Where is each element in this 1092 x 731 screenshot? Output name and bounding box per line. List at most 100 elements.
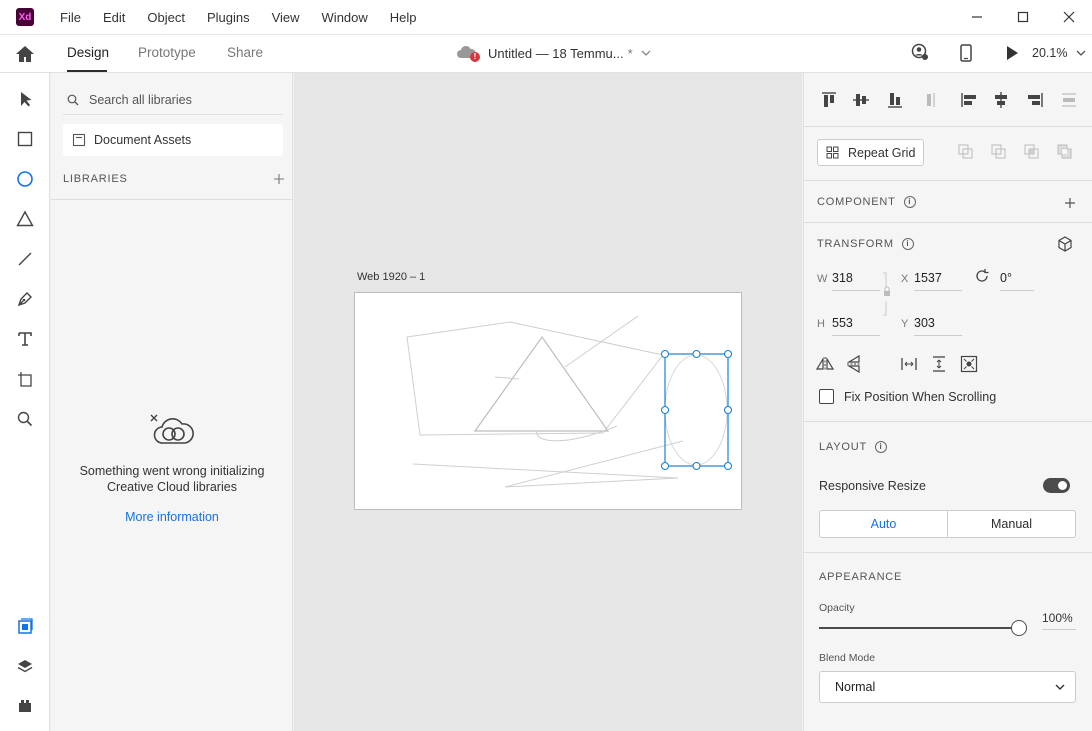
opacity-slider-track[interactable] <box>819 627 1012 629</box>
resize-auto-option[interactable]: Auto <box>820 511 948 537</box>
resize-manual-option[interactable]: Manual <box>948 511 1075 537</box>
distribute-spacing-vertical-icon[interactable] <box>931 355 947 373</box>
active-tab-indicator <box>67 70 107 72</box>
align-bottom-button[interactable] <box>884 89 906 111</box>
tab-share[interactable]: Share <box>227 45 263 60</box>
rotate-icon <box>976 269 989 282</box>
distribute-horizontal-button[interactable] <box>1058 89 1080 111</box>
zoom-dropdown[interactable]: 20.1% <box>1032 46 1092 60</box>
blend-mode-dropdown[interactable]: Normal <box>819 671 1076 703</box>
transform-section-title: TRANSFORM i <box>817 238 914 250</box>
opacity-value-field[interactable]: 100% <box>1042 611 1076 630</box>
lock-aspect-icon[interactable] <box>882 271 892 317</box>
flip-vertical-icon[interactable] <box>846 355 862 373</box>
menu-bar: Xd File Edit Object Plugins View Window … <box>0 0 1092 35</box>
chevron-down-icon <box>1076 50 1086 56</box>
blend-mode-label: Blend Mode <box>819 652 876 664</box>
library-search[interactable]: Search all libraries <box>63 85 283 115</box>
artboard-tool[interactable] <box>13 367 37 391</box>
more-information-link[interactable]: More information <box>57 510 287 524</box>
x-position-field[interactable]: 1537 <box>914 271 962 291</box>
cc-libraries-error-icon <box>150 414 194 444</box>
invite-user-button[interactable] <box>910 43 930 63</box>
distribute-vertical-button[interactable] <box>918 89 940 111</box>
select-tool[interactable] <box>13 87 37 111</box>
menu-edit[interactable]: Edit <box>95 0 139 35</box>
tools-panel <box>0 73 50 731</box>
assets-icon <box>18 618 33 634</box>
fit-to-bounds-icon[interactable] <box>960 355 978 373</box>
boolean-subtract-icon[interactable] <box>991 144 1007 160</box>
align-right-button[interactable] <box>1024 89 1046 111</box>
ellipse-tool[interactable] <box>13 167 37 191</box>
align-left-button[interactable] <box>958 89 980 111</box>
info-icon[interactable]: i <box>903 196 916 208</box>
align-center-button[interactable] <box>990 89 1012 111</box>
align-middle-button[interactable] <box>850 89 872 111</box>
menu-view[interactable]: View <box>264 0 314 35</box>
line-tool[interactable] <box>13 247 37 271</box>
width-field[interactable]: 318 <box>832 271 880 291</box>
info-icon[interactable]: i <box>875 441 887 453</box>
responsive-resize-label: Responsive Resize <box>819 479 926 493</box>
maximize-button[interactable] <box>1000 0 1046 35</box>
opacity-slider-knob[interactable] <box>1011 620 1027 636</box>
repeat-grid-label: Repeat Grid <box>848 145 916 160</box>
menu-help[interactable]: Help <box>382 0 431 35</box>
menu-object[interactable]: Object <box>139 0 199 35</box>
minimize-button[interactable] <box>954 0 1000 35</box>
responsive-resize-toggle[interactable] <box>1043 478 1070 493</box>
width-label: W <box>817 273 828 285</box>
rotation-field[interactable]: 0° <box>1000 271 1034 291</box>
device-preview-button[interactable] <box>956 43 976 63</box>
artboard[interactable] <box>354 292 742 510</box>
assets-panel-toggle[interactable] <box>13 614 37 638</box>
plugins-panel-toggle[interactable] <box>13 694 37 718</box>
align-bottom-icon <box>888 93 902 108</box>
property-inspector: Repeat Grid COMPONENT i TRANSFORM i W 31… <box>803 73 1092 731</box>
repeat-grid-button[interactable]: Repeat Grid <box>817 139 924 166</box>
line-icon <box>18 252 32 266</box>
fix-position-checkbox[interactable] <box>819 389 834 404</box>
rectangle-tool[interactable] <box>13 127 37 151</box>
align-top-button[interactable] <box>818 89 840 111</box>
menu-file[interactable]: File <box>52 0 95 35</box>
document-title[interactable]: ! Untitled — 18 Temmu... * <box>456 45 651 62</box>
divider <box>804 421 1092 422</box>
tab-design[interactable]: Design <box>67 45 109 60</box>
add-component-icon[interactable] <box>1064 197 1076 209</box>
tab-prototype[interactable]: Prototype <box>138 45 196 60</box>
menu-window[interactable]: Window <box>314 0 382 35</box>
height-field[interactable]: 553 <box>832 316 880 336</box>
boolean-exclude-icon[interactable] <box>1057 144 1073 160</box>
component-title: COMPONENT <box>817 196 896 208</box>
transform-title: TRANSFORM <box>817 238 894 250</box>
search-icon <box>67 94 79 105</box>
zoom-tool[interactable] <box>13 407 37 431</box>
distribute-spacing-horizontal-icon[interactable] <box>900 356 918 372</box>
boolean-add-icon[interactable] <box>958 144 974 160</box>
document-assets-item[interactable]: Document Assets <box>63 124 283 156</box>
3d-transform-icon[interactable] <box>1057 236 1073 252</box>
align-left-icon <box>961 93 976 107</box>
flip-horizontal-icon[interactable] <box>816 356 834 372</box>
pen-tool[interactable] <box>13 287 37 311</box>
window-controls <box>954 0 1092 35</box>
close-button[interactable] <box>1046 0 1092 35</box>
desktop-preview-button[interactable] <box>1002 43 1022 63</box>
layers-panel-toggle[interactable] <box>13 654 37 678</box>
user-invite-icon <box>911 43 928 60</box>
text-tool[interactable] <box>13 327 37 351</box>
polygon-shape <box>406 321 664 436</box>
home-button[interactable] <box>14 44 36 64</box>
opacity-label: Opacity <box>819 602 855 614</box>
boolean-intersect-icon[interactable] <box>1024 144 1040 160</box>
add-library-icon[interactable] <box>273 173 285 185</box>
design-canvas[interactable]: Web 1920 – 1 <box>294 73 802 731</box>
artboard-label[interactable]: Web 1920 – 1 <box>357 271 425 283</box>
polygon-tool[interactable] <box>13 207 37 231</box>
y-position-field[interactable]: 303 <box>914 316 962 336</box>
info-icon[interactable]: i <box>901 238 914 250</box>
menu-plugins[interactable]: Plugins <box>199 0 264 35</box>
artboard-drawing <box>406 315 733 488</box>
